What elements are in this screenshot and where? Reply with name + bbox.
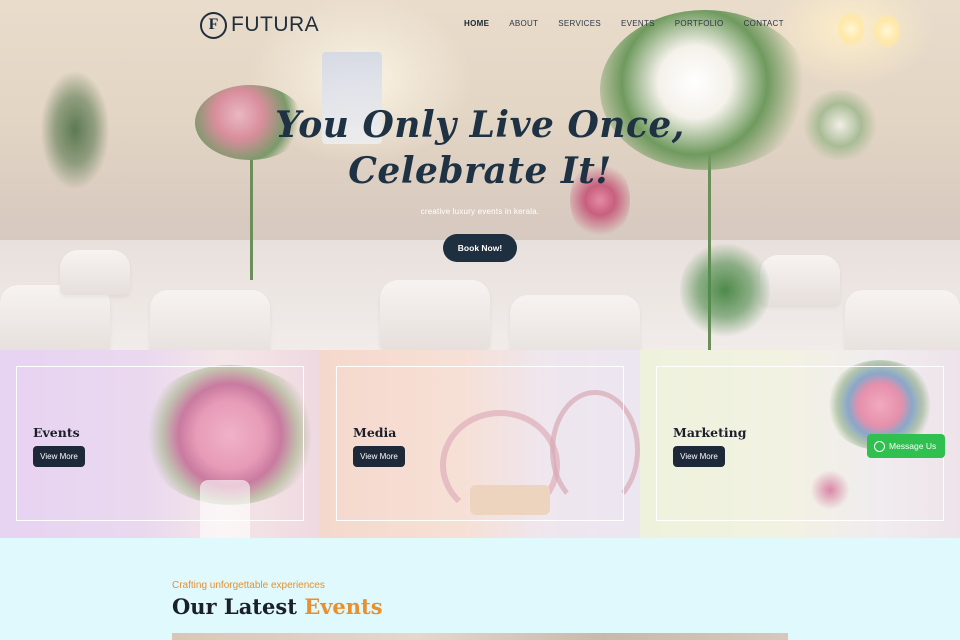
nav-item-about[interactable]: ABOUT — [509, 19, 538, 28]
view-more-button[interactable]: View More — [673, 446, 725, 467]
nav-item-portfolio[interactable]: PORTFOLIO — [675, 19, 724, 28]
hero-bg-chair — [510, 295, 640, 350]
hero-bg-chair — [845, 290, 960, 350]
hero-bg-lamp — [838, 12, 864, 46]
main-nav: HOME ABOUT SERVICES EVENTS PORTFOLIO CON… — [464, 19, 804, 28]
whatsapp-label: Message Us — [889, 441, 937, 451]
section-title: Our Latest Events — [172, 594, 383, 619]
service-title: Events — [33, 425, 80, 440]
hero-headline-line-2: Celebrate It! — [348, 150, 612, 192]
card-frame — [336, 366, 624, 521]
hero-bg-chair — [760, 255, 840, 305]
service-card-media[interactable]: Media View More — [320, 350, 640, 538]
hero-bg-flower — [680, 240, 770, 340]
event-preview-image[interactable] — [172, 633, 788, 640]
service-title: Marketing — [673, 425, 747, 440]
view-more-button[interactable]: View More — [33, 446, 85, 467]
nav-item-contact[interactable]: CONTACT — [744, 19, 784, 28]
section-title-accent: Events — [304, 594, 383, 619]
logo-f-icon: F — [200, 11, 227, 39]
hero-bg-chair — [60, 250, 130, 295]
latest-events-section: Crafting unforgettable experiences Our L… — [0, 538, 960, 640]
section-title-main: Our Latest — [172, 594, 297, 619]
card-frame — [16, 366, 304, 521]
view-more-button[interactable]: View More — [353, 446, 405, 467]
whatsapp-icon — [874, 440, 885, 452]
hero-bg-chair — [150, 290, 270, 350]
whatsapp-message-button[interactable]: Message Us — [867, 434, 945, 458]
hero-banner: F FUTURA HOME ABOUT SERVICES EVENTS PORT… — [0, 0, 960, 350]
nav-item-services[interactable]: SERVICES — [558, 19, 601, 28]
hero-headline: You Only Live Once, Celebrate It! — [0, 102, 960, 194]
nav-item-events[interactable]: EVENTS — [621, 19, 655, 28]
hero-subtitle: creative luxury events in kerala. — [420, 207, 540, 216]
section-kicker: Crafting unforgettable experiences — [172, 580, 325, 591]
nav-item-home[interactable]: HOME — [464, 19, 489, 28]
hero-bg-lamp — [874, 14, 900, 48]
brand-name: FUTURA — [231, 13, 320, 36]
brand-logo[interactable]: F FUTURA — [200, 9, 319, 41]
service-card-events[interactable]: Events View More — [0, 350, 320, 538]
service-title: Media — [353, 425, 397, 440]
hero-bg-chair — [380, 280, 490, 350]
hero-headline-line-1: You Only Live Once, — [275, 104, 685, 146]
book-now-button[interactable]: Book Now! — [443, 234, 517, 262]
